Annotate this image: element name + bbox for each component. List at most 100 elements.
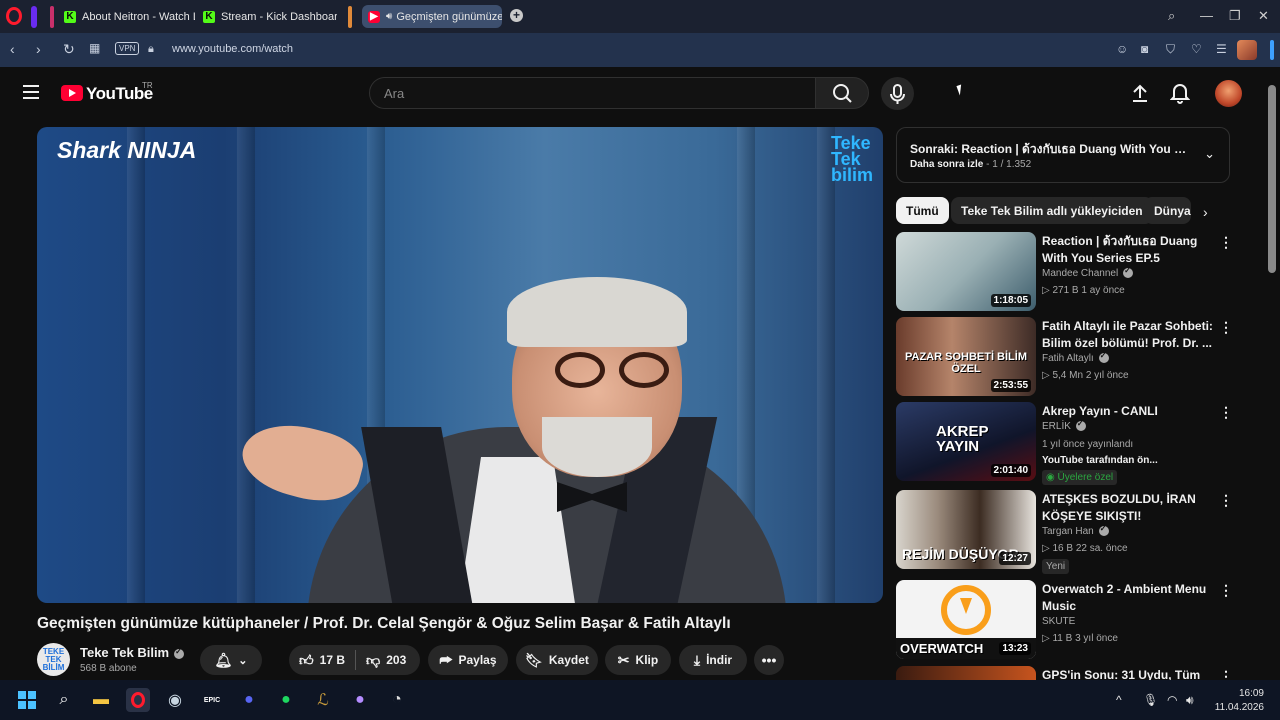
app-icon[interactable]: ◔ xyxy=(385,688,409,712)
scrollbar-thumb[interactable] xyxy=(1268,85,1276,273)
notifications-bell-icon[interactable] xyxy=(1170,82,1190,104)
upload-icon[interactable] xyxy=(1130,83,1150,103)
more-actions-button[interactable]: ••• xyxy=(754,645,784,675)
list-item[interactable]: PAZAR SOHBETİ BİLİM ÖZEL 2:53:55 Fatih A… xyxy=(896,317,1266,397)
speaker-icon[interactable]: 🔊︎ xyxy=(386,11,392,22)
new-tab-button[interactable]: + xyxy=(510,9,523,22)
duration-badge: 2:01:40 xyxy=(990,464,1031,477)
video-thumbnail[interactable]: PAZAR SOHBETİ BİLİM ÖZEL 2:53:55 xyxy=(896,317,1036,396)
video-thumbnail[interactable]: OVERWATCH 13:23 xyxy=(896,580,1036,659)
back-icon[interactable]: ‹ xyxy=(10,41,15,57)
spotify-icon[interactable]: ● xyxy=(274,688,298,712)
list-item[interactable]: REJİM DÜŞÜYOR 12:27 ATEŞKES BOZULDU, İRA… xyxy=(896,490,1266,576)
search-tabs-icon[interactable]: ⌕ xyxy=(1168,8,1175,24)
recommendation-title[interactable]: Reaction | ด้วงกับเธอ Duang With You Ser… xyxy=(1042,233,1214,267)
forward-icon[interactable]: › xyxy=(36,41,41,57)
menu-icon[interactable] xyxy=(23,85,39,99)
more-icon[interactable]: ⋮ xyxy=(1219,582,1233,599)
video-player[interactable]: Shark NINJA Teke Tek bilim xyxy=(37,127,883,603)
dislike-icon[interactable]: 👎︎ xyxy=(366,652,380,669)
windows-start-icon[interactable] xyxy=(15,688,39,712)
lock-icon[interactable]: 🔒︎ xyxy=(148,43,154,56)
tab-youtube-active[interactable]: ▶ 🔊︎ Geçmişten günümüze xyxy=(362,5,502,28)
epic-games-icon[interactable]: EPIC xyxy=(200,688,224,712)
more-icon[interactable]: ⋮ xyxy=(1219,404,1233,421)
more-icon[interactable]: ⋮ xyxy=(1219,319,1233,336)
workspace-pill-icon[interactable] xyxy=(50,6,54,28)
recommendation-channel[interactable]: Mandee Channel xyxy=(1042,266,1134,279)
tray-overflow-icon[interactable]: ^ xyxy=(1116,693,1122,707)
discord-icon[interactable]: ● xyxy=(237,688,261,712)
list-item[interactable]: GPS'in Sonu: 31 Uydu, Tüm ⋮ xyxy=(896,666,1266,680)
system-clock[interactable]: 16:09 11.04.2026 xyxy=(1208,687,1264,715)
recommendation-channel[interactable]: Targan Han xyxy=(1042,524,1109,537)
save-button[interactable]: 🔖︎ Kaydet xyxy=(516,645,598,675)
more-icon[interactable]: ⋮ xyxy=(1219,668,1233,680)
recommendation-channel[interactable]: SKUTE xyxy=(1042,616,1075,627)
camera-icon[interactable]: ◙ xyxy=(1141,42,1148,56)
profile-avatar[interactable] xyxy=(1237,40,1257,60)
recommendation-channel[interactable]: ERLİK xyxy=(1042,419,1086,432)
search-button[interactable] xyxy=(815,77,869,109)
recommendation-title[interactable]: GPS'in Sonu: 31 Uydu, Tüm xyxy=(1042,667,1214,680)
emoji-icon[interactable]: ☺ xyxy=(1116,42,1128,56)
clip-button[interactable]: ✂ Klip xyxy=(605,645,671,675)
vpn-badge[interactable]: VPN xyxy=(115,42,140,55)
voice-search-button[interactable] xyxy=(881,77,914,110)
league-client-icon[interactable]: ℒ xyxy=(311,688,335,712)
search-input[interactable]: Ara xyxy=(369,77,816,109)
workspace-pill-icon[interactable] xyxy=(31,6,37,28)
recommendation-channel[interactable]: Fatih Altaylı xyxy=(1042,351,1109,364)
heart-icon[interactable]: ♡ xyxy=(1191,42,1202,56)
recommendation-title[interactable]: Overwatch 2 - Ambient Menu Music xyxy=(1042,581,1214,615)
dislike-count[interactable]: 203 xyxy=(386,653,406,667)
steam-icon[interactable]: ◉ xyxy=(163,688,187,712)
chip-from-uploader[interactable]: Teke Tek Bilim adlı yükleyiciden xyxy=(951,197,1153,224)
list-item[interactable]: AKREP YAYIN 2:01:40 Akrep Yayın - CANLI … xyxy=(896,402,1266,488)
chip-all[interactable]: Tümü xyxy=(896,197,949,224)
like-count[interactable]: 17 B xyxy=(320,653,345,667)
channel-name[interactable]: Teke Tek Bilim xyxy=(80,645,185,660)
like-icon[interactable]: 👍︎ xyxy=(299,652,314,669)
video-thumbnail[interactable] xyxy=(896,666,1036,680)
wifi-icon[interactable]: ◠ xyxy=(1167,693,1177,707)
microphone-icon[interactable]: 🎙︎ xyxy=(1143,693,1158,707)
opera-icon[interactable] xyxy=(126,688,150,712)
subscribe-notifications-button[interactable]: 🔔︎ ⌄ xyxy=(200,645,262,675)
account-avatar[interactable] xyxy=(1215,80,1242,107)
list-item[interactable]: OVERWATCH 13:23 Overwatch 2 - Ambient Me… xyxy=(896,580,1266,660)
up-next-panel[interactable]: Sonraki: Reaction | ด้วงกับเธอ Duang Wit… xyxy=(896,127,1230,183)
workspace-pill-icon[interactable] xyxy=(348,6,352,28)
restore-button[interactable]: ❐ xyxy=(1229,8,1241,24)
list-item[interactable]: 1:18:05 Reaction | ด้วงกับเธอ Duang With… xyxy=(896,232,1266,312)
video-thumbnail[interactable]: REJİM DÜŞÜYOR 12:27 xyxy=(896,490,1036,569)
youtube-logo-icon[interactable] xyxy=(61,85,83,101)
chat-app-icon[interactable]: ● xyxy=(348,688,372,712)
chevron-down-icon[interactable]: ⌄ xyxy=(1204,146,1215,162)
video-thumbnail[interactable]: 1:18:05 xyxy=(896,232,1036,311)
chevron-right-icon[interactable]: › xyxy=(1203,204,1208,220)
minimize-button[interactable]: — xyxy=(1200,8,1213,23)
tabs-grid-icon[interactable]: ▦ xyxy=(89,41,100,55)
share-button[interactable]: ⮫ Paylaş xyxy=(428,645,508,675)
tab-kick-dashboard[interactable]: K Stream - Kick Dashboard xyxy=(197,5,337,28)
recommendation-title[interactable]: Akrep Yayın - CANLI xyxy=(1042,403,1214,420)
close-window-button[interactable]: ✕ xyxy=(1258,8,1269,24)
file-explorer-icon[interactable]: ▬ xyxy=(89,688,113,712)
recommendation-title[interactable]: Fatih Altaylı ile Pazar Sohbeti: Bilim ö… xyxy=(1042,318,1214,352)
search-icon[interactable]: ⌕ xyxy=(52,688,76,712)
easy-setup-icon[interactable]: ☰ xyxy=(1216,42,1227,56)
tab-neitron[interactable]: K About Neitron - Watch Liv xyxy=(58,5,195,28)
more-icon[interactable]: ⋮ xyxy=(1219,492,1233,509)
download-button[interactable]: ⤓ İndir xyxy=(679,645,747,675)
volume-icon[interactable]: 🔊︎ xyxy=(1186,693,1194,708)
shield-icon[interactable]: ⛉ xyxy=(1166,42,1175,57)
url-field[interactable]: www.youtube.com/watch xyxy=(172,43,293,55)
reload-icon[interactable]: ↻ xyxy=(63,41,75,58)
chip-world[interactable]: Dünya xyxy=(1144,197,1191,224)
channel-avatar[interactable]: TEKE TEK BİLİM xyxy=(37,643,70,676)
opera-logo-icon[interactable] xyxy=(6,7,22,25)
more-icon[interactable]: ⋮ xyxy=(1219,234,1233,251)
video-thumbnail[interactable]: AKREP YAYIN 2:01:40 xyxy=(896,402,1036,481)
recommendation-title[interactable]: ATEŞKES BOZULDU, İRAN KÖŞEYE SIKIŞTI! xyxy=(1042,491,1214,525)
